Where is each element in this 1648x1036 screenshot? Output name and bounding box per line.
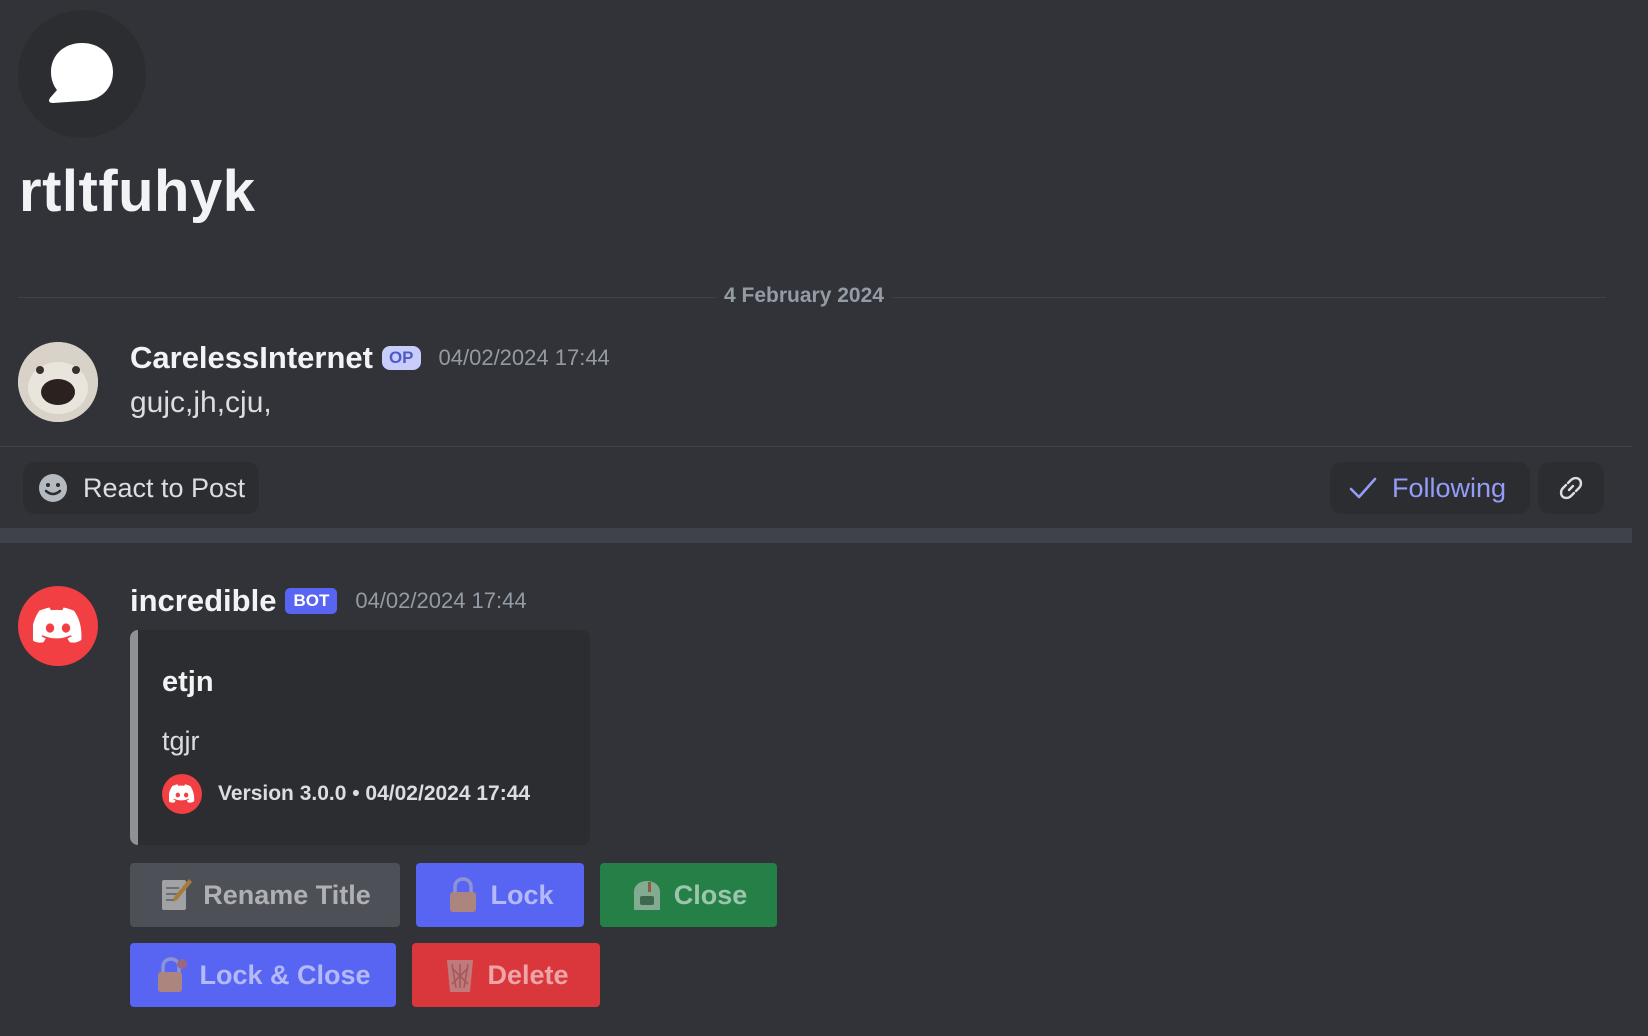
footer-discord-icon [162, 774, 202, 814]
delete-button[interactable]: Delete [412, 943, 600, 1007]
lock-and-close-button[interactable]: Lock & Close [130, 943, 396, 1007]
following-button[interactable]: Following [1330, 462, 1530, 514]
discord-forum-post: rtltfuhyk 4 February 2024 CarelessIntern… [0, 0, 1648, 1036]
memo-pencil-icon [162, 879, 193, 910]
react-to-post-label: React to Post [83, 472, 246, 503]
embed-description: tgjr [162, 726, 200, 756]
discord-logo-icon [33, 607, 82, 643]
thread-title: rtltfuhyk [19, 159, 256, 224]
bot-author-name[interactable]: incredible [130, 583, 276, 619]
embed-footer-text: Version 3.0.0 • 04/02/2024 17:44 [218, 782, 531, 805]
thread-icon [18, 10, 146, 138]
bot-avatar[interactable] [18, 586, 98, 666]
mailbox-icon [633, 881, 660, 910]
op-timestamp: 04/02/2024 17:44 [438, 345, 610, 370]
lock-button[interactable]: Lock [416, 863, 584, 927]
close-button[interactable]: Close [600, 863, 777, 927]
op-avatar[interactable] [18, 342, 98, 422]
section-divider-band [0, 528, 1632, 543]
lock-label: Lock [490, 879, 554, 910]
op-message-content: gujc,jh,cju, [130, 386, 272, 419]
embed-footer: Version 3.0.0 • 04/02/2024 17:44 [162, 774, 530, 814]
lock-and-close-label: Lock & Close [199, 959, 371, 990]
react-to-post-button[interactable]: React to Post [23, 462, 259, 514]
bot-message-header: incredible BOT 04/02/2024 17:44 [130, 583, 527, 619]
close-label: Close [673, 879, 748, 910]
wastebasket-icon [447, 960, 474, 992]
bot-timestamp: 04/02/2024 17:44 [355, 588, 527, 613]
op-badge: OP [381, 346, 421, 370]
link-icon [1559, 476, 1583, 500]
chat-bubble-icon [49, 43, 113, 103]
rename-title-label: Rename Title [203, 879, 371, 910]
embed-title: etjn [162, 666, 214, 698]
delete-label: Delete [487, 959, 569, 990]
lock-icon [450, 877, 477, 912]
dog-avatar-image [18, 342, 98, 422]
lock-with-key-icon [158, 957, 188, 992]
copy-link-button[interactable] [1538, 462, 1604, 514]
message-embed: etjn tgjr Version 3.0.0 • 04/02/2024 17:… [130, 630, 590, 845]
date-divider-label: 4 February 2024 [716, 284, 892, 308]
post-separator [0, 446, 1632, 447]
checkmark-icon [1349, 477, 1377, 499]
op-message-header: CarelessInternet OP 04/02/2024 17:44 [130, 340, 610, 376]
smiley-icon [39, 474, 67, 502]
op-author-name[interactable]: CarelessInternet [130, 340, 373, 376]
bot-badge: BOT [285, 588, 338, 614]
following-label: Following [1392, 472, 1507, 503]
rename-title-button[interactable]: Rename Title [130, 863, 400, 927]
